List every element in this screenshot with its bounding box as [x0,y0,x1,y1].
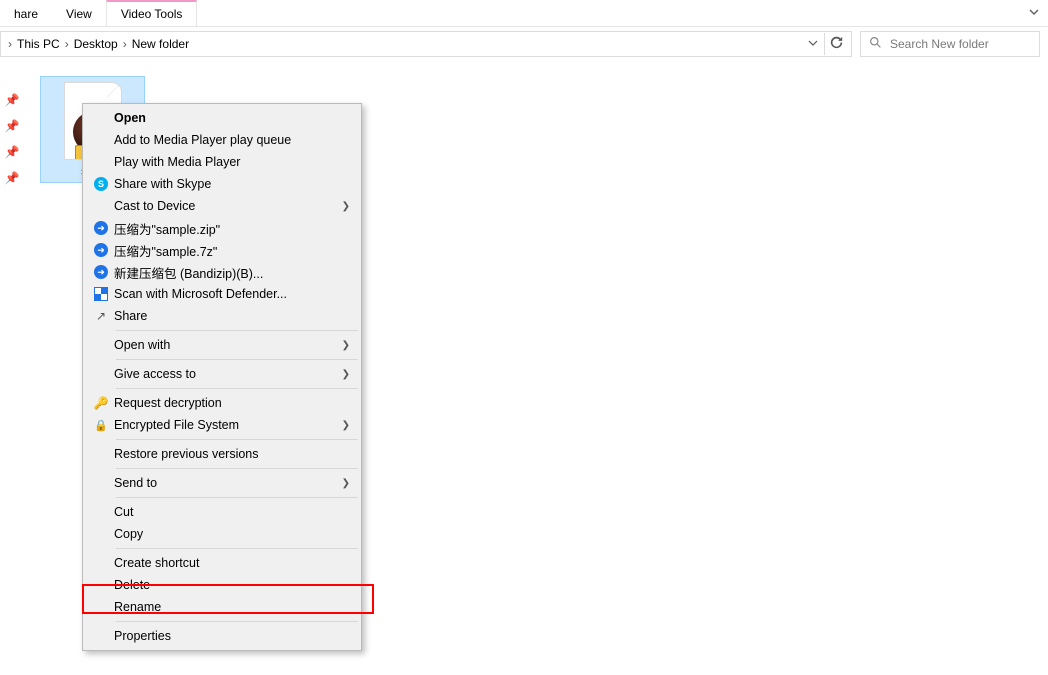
breadcrumb[interactable]: › This PC › Desktop › New folder [1,37,802,51]
menu-separator [116,439,358,440]
chevron-right-icon: › [65,37,69,51]
menu-encrypted-file-system[interactable]: 🔒Encrypted File System❯ [84,414,360,436]
chevron-right-icon: ❯ [342,340,350,351]
pin-icon[interactable]: 📌 [5,93,20,107]
search-placeholder: Search New folder [890,37,989,51]
ribbon-collapse-icon[interactable] [1028,6,1040,21]
menu-share[interactable]: ↗Share [84,305,360,327]
crumb-folder[interactable]: New folder [132,37,189,51]
skype-icon: S [94,177,108,191]
search-input[interactable]: Search New folder [860,31,1040,57]
menu-cast-to-device[interactable]: Cast to Device❯ [84,195,360,217]
menu-give-access[interactable]: Give access to❯ [84,363,360,385]
crumb-desktop[interactable]: Desktop [74,37,118,51]
menu-separator [116,548,358,549]
menu-send-to[interactable]: Send to❯ [84,472,360,494]
ribbon-tabs: hare View Video Tools [0,0,1048,27]
context-menu: Open Add to Media Player play queue Play… [82,103,362,651]
bandizip-icon: ➜ [94,265,108,279]
chevron-right-icon: ❯ [342,478,350,489]
pin-icon[interactable]: 📌 [5,145,20,159]
search-icon [869,36,882,52]
menu-open[interactable]: Open [84,107,360,129]
menu-open-with[interactable]: Open with❯ [84,334,360,356]
menu-separator [116,497,358,498]
pin-icon[interactable]: 📌 [5,171,20,185]
menu-delete[interactable]: Delete [84,574,360,596]
menu-rename[interactable]: Rename [84,596,360,618]
menu-cut[interactable]: Cut [84,501,360,523]
chevron-right-icon: › [8,37,12,51]
tab-view[interactable]: View [52,2,106,26]
quick-access-pins: 📌 📌 📌 📌 [0,61,24,675]
tab-video-tools[interactable]: Video Tools [106,0,198,26]
key-icon: 🔑 [94,396,109,410]
menu-scan-defender[interactable]: Scan with Microsoft Defender... [84,283,360,305]
chevron-right-icon: ❯ [342,369,350,380]
defender-shield-icon [94,287,108,301]
menu-play-wmp[interactable]: Play with Media Player [84,151,360,173]
menu-separator [116,359,358,360]
refresh-button[interactable] [825,36,847,52]
menu-create-shortcut[interactable]: Create shortcut [84,552,360,574]
tab-share[interactable]: hare [0,2,52,26]
chevron-right-icon: ❯ [342,201,350,212]
menu-request-decryption[interactable]: 🔑Request decryption [84,392,360,414]
menu-separator [116,330,358,331]
chevron-right-icon: ❯ [342,420,350,431]
address-bar[interactable]: › This PC › Desktop › New folder [0,31,852,57]
pin-icon[interactable]: 📌 [5,119,20,133]
location-bar: › This PC › Desktop › New folder Search … [0,27,1048,61]
menu-add-play-queue[interactable]: Add to Media Player play queue [84,129,360,151]
share-icon: ↗ [96,309,106,323]
menu-compress-zip[interactable]: ➜压缩为"sample.zip" [84,217,360,239]
menu-separator [116,468,358,469]
menu-separator [116,621,358,622]
bandizip-icon: ➜ [94,221,108,235]
address-dropdown-icon[interactable] [802,37,824,51]
menu-compress-7z[interactable]: ➜压缩为"sample.7z" [84,239,360,261]
menu-properties[interactable]: Properties [84,625,360,647]
bandizip-icon: ➜ [94,243,108,257]
menu-new-archive[interactable]: ➜新建压缩包 (Bandizip)(B)... [84,261,360,283]
menu-share-skype[interactable]: SShare with Skype [84,173,360,195]
lock-icon: 🔒 [94,419,108,432]
chevron-right-icon: › [123,37,127,51]
menu-separator [116,388,358,389]
menu-copy[interactable]: Copy [84,523,360,545]
menu-restore-versions[interactable]: Restore previous versions [84,443,360,465]
crumb-pc[interactable]: This PC [17,37,60,51]
